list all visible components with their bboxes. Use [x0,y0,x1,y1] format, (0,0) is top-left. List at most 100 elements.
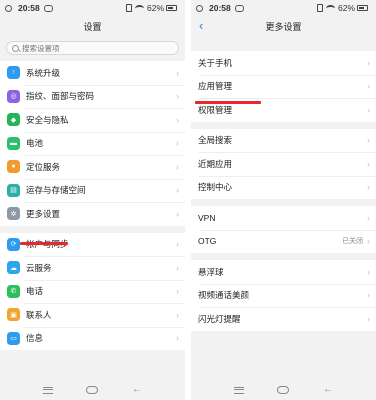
chevron-right-icon: › [176,239,179,250]
chevron-right-icon: › [367,212,370,223]
more-item-label: VPN [198,212,216,223]
more-item-floating-ball[interactable]: 悬浮球 › [191,260,376,284]
settings-item-fingerprint[interactable]: ◎ 指纹、面部与密码 › [0,84,185,109]
status-bar: 20:58 62% [191,0,376,16]
battery-icon: ▬ [7,136,20,150]
settings-group-1: ↑ 系统升级 › ◎ 指纹、面部与密码 › ◆ 安全与隐私 › ▬ 电池 › ●… [0,61,185,226]
settings-item-cloud[interactable]: ☁ 云服务 › [0,256,185,280]
title-bar: 设置 [0,16,185,36]
highlight-underline [195,101,261,104]
chevron-right-icon: › [176,67,179,78]
search-input[interactable] [22,43,162,53]
message-icon: ▭ [7,331,20,345]
shield-icon: ◆ [7,113,20,127]
more-group-2: 全局搜索 › 近期应用 › 控制中心 › [191,128,376,200]
settings-item-label: 云服务 [26,262,52,273]
chevron-right-icon: › [176,262,179,273]
chevron-right-icon: › [176,208,179,219]
settings-item-security[interactable]: ◆ 安全与隐私 › [0,108,185,132]
settings-item-system-upgrade[interactable]: ↑ 系统升级 › [0,61,185,85]
more-item-recent-apps[interactable]: 近期应用 › [191,152,376,176]
more-item-control-center[interactable]: 控制中心 › [191,175,376,200]
home-icon[interactable] [277,386,290,394]
storage-icon: ▤ [7,183,20,197]
wifi-icon [325,4,335,12]
back-arrow-icon[interactable]: ← [132,385,142,395]
contacts-icon: ▣ [7,308,20,322]
vibrate-icon [316,4,323,12]
fingerprint-icon: ◎ [7,89,20,103]
more-group-1: 关于手机 › 应用管理 › 权限管理 › [191,51,376,122]
wifi-icon [134,4,144,12]
battery-percent: 62% [337,3,355,13]
settings-item-storage[interactable]: ▤ 运存与存储空间 › [0,178,185,203]
settings-notification-icon [196,4,203,12]
more-item-label: 闪光灯提醒 [198,313,241,324]
settings-item-messages[interactable]: ▭ 信息 › [0,326,185,351]
cloud-icon: ☁ [7,261,20,275]
chat-notification-icon [234,4,244,12]
chevron-right-icon: › [367,135,370,146]
chevron-right-icon: › [176,185,179,196]
more-item-global-search[interactable]: 全局搜索 › [191,129,376,153]
system-upgrade-icon: ↑ [7,66,20,80]
chevron-right-icon: › [176,309,179,320]
more-item-otg[interactable]: OTG 已关闭 › [191,229,376,254]
status-time: 20:58 [18,3,40,13]
location-icon: ● [7,160,20,174]
more-item-about-phone[interactable]: 关于手机 › [191,51,376,75]
menu-icon[interactable] [233,386,244,394]
status-time: 20:58 [209,3,231,13]
more-item-label: 关于手机 [198,57,233,68]
search-bar[interactable] [6,41,179,55]
chevron-right-icon: › [176,161,179,172]
chevron-right-icon: › [367,104,370,115]
menu-icon[interactable] [42,386,53,394]
more-item-vpn[interactable]: VPN › [191,206,376,230]
settings-item-battery[interactable]: ▬ 电池 › [0,131,185,156]
vibrate-icon [125,4,132,12]
more-group-3: VPN › OTG 已关闭 › [191,206,376,253]
gear-icon: ✲ [7,207,20,221]
more-item-label: 应用管理 [198,81,233,92]
chevron-right-icon: › [176,138,179,149]
settings-item-more-settings[interactable]: ✲ 更多设置 › [0,202,185,226]
chevron-right-icon: › [367,57,370,68]
chevron-right-icon: › [367,313,370,324]
chat-notification-icon [43,4,53,12]
chevron-right-icon: › [367,266,370,277]
more-item-app-management[interactable]: 应用管理 › [191,74,376,99]
more-group-4: 悬浮球 › 视频通话美颜 › 闪光灯提醒 › [191,260,376,331]
more-item-video-call-beauty[interactable]: 视频通话美颜 › [191,283,376,308]
back-chevron-icon[interactable]: ‹ [199,19,211,32]
more-settings-screen: 20:58 62% ‹ 更多设置 关于手机 › 应用管理 › 权限管理 › 全局… [191,0,376,400]
settings-item-contacts[interactable]: ▣ 联系人 › [0,303,185,327]
chevron-right-icon: › [176,333,179,344]
system-nav-bar: ← [191,380,376,400]
battery-status-icon [166,5,177,11]
more-item-label: 权限管理 [198,104,233,115]
chevron-right-icon: › [367,290,370,301]
back-arrow-icon[interactable]: ← [323,385,333,395]
settings-group-2: ⟳ 帐户与同步 › ☁ 云服务 › ✆ 电话 › ▣ 联系人 › ▭ 信息 › [0,232,185,351]
settings-notification-icon [5,4,12,12]
more-item-label: 悬浮球 [198,266,224,277]
more-item-label: 视频通话美颜 [198,290,250,301]
more-item-flash-alert[interactable]: 闪光灯提醒 › [191,307,376,331]
sync-icon: ⟳ [7,237,20,251]
settings-item-label: 电池 [26,138,44,149]
settings-item-phone[interactable]: ✆ 电话 › [0,279,185,304]
chevron-right-icon: › [367,158,370,169]
chevron-right-icon: › [367,81,370,92]
settings-screen: 20:58 62% 设置 ↑ 系统升级 › ◎ 指纹、面部与密码 › ◆ 安全与… [0,0,185,400]
settings-item-label: 更多设置 [26,208,61,219]
battery-percent: 62% [146,3,164,13]
chevron-right-icon: › [367,236,370,247]
page-title: 设置 [83,21,102,32]
home-icon[interactable] [86,386,99,394]
more-item-label: 控制中心 [198,182,233,193]
chevron-right-icon: › [367,182,370,193]
chevron-right-icon: › [176,91,179,102]
settings-item-label: 运存与存储空间 [26,185,86,196]
settings-item-location[interactable]: ● 定位服务 › [0,155,185,179]
